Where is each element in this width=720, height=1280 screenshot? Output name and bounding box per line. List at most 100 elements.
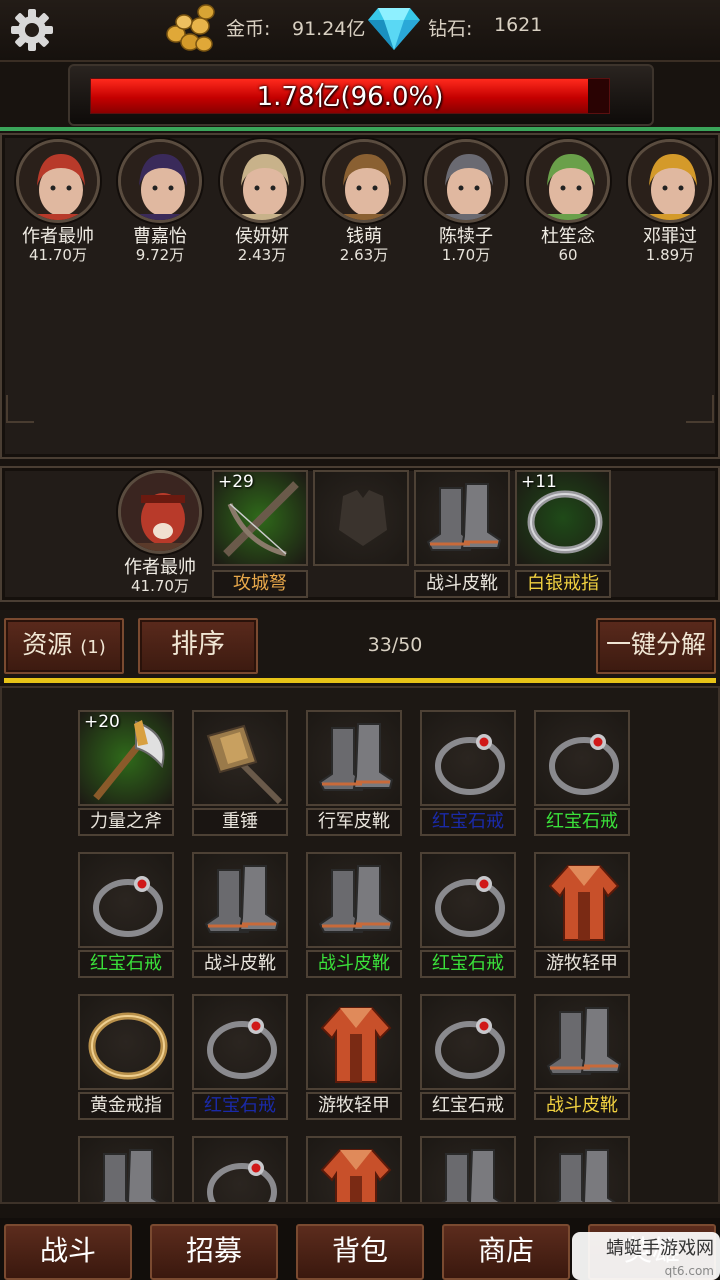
inventory-item[interactable]: [78, 1136, 174, 1202]
item-name: 红宝石戒: [420, 808, 516, 836]
item-name: 重锤: [192, 808, 288, 836]
watermark-title: 蜻蜓手游戏网: [606, 1238, 714, 1259]
sort-button[interactable]: 排序: [138, 618, 258, 674]
item-slot: [534, 994, 630, 1090]
hero-card[interactable]: 邓罪过 1.89万: [622, 139, 718, 263]
avatar: [526, 139, 610, 223]
boots-icon: [538, 998, 628, 1088]
inventory-item[interactable]: 黄金戒指: [78, 994, 174, 1120]
avatar: [628, 139, 712, 223]
inventory-item[interactable]: [420, 1136, 516, 1202]
robe-icon: [538, 856, 628, 946]
ruby-ring-icon: [538, 714, 628, 804]
avatar: [322, 139, 406, 223]
item-name: 战斗皮靴: [534, 1092, 630, 1120]
hero-name: 作者最帅: [22, 226, 94, 247]
ruby-ring-icon: [196, 1140, 286, 1202]
item-slot: +20: [78, 710, 174, 806]
item-name: 力量之斧: [78, 808, 174, 836]
hero-card[interactable]: 曹嘉怡 9.72万: [112, 139, 208, 263]
hero-card[interactable]: 侯妍妍 2.43万: [214, 139, 310, 263]
hero-card[interactable]: 作者最帅 41.70万: [10, 139, 106, 263]
equip-slot[interactable]: +11: [515, 470, 611, 566]
item-slot: [420, 1136, 516, 1202]
equipped-hero[interactable]: 作者最帅 41.70万: [112, 470, 208, 594]
avatar: [118, 139, 202, 223]
inventory-item[interactable]: 红宝石戒: [534, 710, 630, 836]
inventory-item[interactable]: 战斗皮靴: [306, 852, 402, 978]
hero-card[interactable]: 钱萌 2.63万: [316, 139, 412, 263]
hero-name: 邓罪过: [643, 226, 697, 247]
robe-icon: [310, 998, 400, 1088]
hero-power: 60: [558, 246, 578, 264]
inventory-item[interactable]: 红宝石戒: [192, 994, 288, 1120]
item-slot: [420, 710, 516, 806]
hero-power: 41.70万: [29, 246, 87, 264]
item-slot: [78, 1136, 174, 1202]
gold-label: 金币:: [226, 18, 271, 40]
inventory-item[interactable]: 红宝石戒: [420, 994, 516, 1120]
inventory-item[interactable]: 红宝石戒: [420, 852, 516, 978]
inventory-item[interactable]: 重锤: [192, 710, 288, 836]
resource-count: (1): [80, 637, 106, 658]
item-name: 红宝石戒: [420, 950, 516, 978]
hero-portrait-icon: [121, 473, 199, 551]
ruby-ring-icon: [196, 998, 286, 1088]
inventory-item[interactable]: 行军皮靴: [306, 710, 402, 836]
item-slot: [306, 994, 402, 1090]
hero-name: 杜笙念: [541, 226, 595, 247]
boss-hp-frame: 1.78亿(96.0%): [68, 64, 654, 126]
item-name: 红宝石戒: [420, 1092, 516, 1120]
nav-shop[interactable]: 商店: [442, 1224, 570, 1280]
watermark-url: qt6.com: [664, 1264, 714, 1278]
avatar: [118, 470, 202, 554]
gear-icon[interactable]: [8, 6, 56, 54]
inventory-item[interactable]: 游牧轻甲: [306, 994, 402, 1120]
armor-empty-icon: [317, 474, 407, 564]
equip-slot[interactable]: +29: [212, 470, 308, 566]
hero-card[interactable]: 杜笙念 60: [520, 139, 616, 263]
hero-card[interactable]: 陈犊子 1.70万: [418, 139, 514, 263]
item-slot: [192, 994, 288, 1090]
capacity-text: 33/50: [367, 634, 423, 656]
boots-icon: [418, 474, 508, 564]
nav-battle[interactable]: 战斗: [4, 1224, 132, 1280]
nav-backpack[interactable]: 背包: [296, 1224, 424, 1280]
equip-slot[interactable]: [414, 470, 510, 566]
nav-recruit[interactable]: 招募: [150, 1224, 278, 1280]
equip-slot-label: 攻城弩: [212, 570, 308, 598]
inventory-item[interactable]: 战斗皮靴: [192, 852, 288, 978]
divider-line: [0, 127, 720, 131]
avatar: [424, 139, 508, 223]
decompose-all-button[interactable]: 一键分解: [596, 618, 716, 674]
item-slot: [192, 710, 288, 806]
boots-icon: [196, 856, 286, 946]
inventory-item[interactable]: 游牧轻甲: [534, 852, 630, 978]
boots-icon: [538, 1140, 628, 1202]
equip-slot[interactable]: [313, 470, 409, 566]
boss-hp-bar: 1.78亿(96.0%): [90, 78, 610, 114]
boots-icon: [310, 856, 400, 946]
item-slot: [306, 710, 402, 806]
diamond-icon: [368, 8, 420, 50]
avatar: [16, 139, 100, 223]
inventory-item[interactable]: +20 力量之斧: [78, 710, 174, 836]
resource-button[interactable]: 资源 (1): [4, 618, 124, 674]
diamond-value: 1621: [494, 14, 543, 36]
item-name: 红宝石戒: [78, 950, 174, 978]
boss-hp-text: 1.78亿(96.0%): [256, 82, 444, 112]
inventory-item[interactable]: [192, 1136, 288, 1202]
item-name: 战斗皮靴: [306, 950, 402, 978]
inventory-item[interactable]: 红宝石戒: [78, 852, 174, 978]
item-slot: [192, 1136, 288, 1202]
inventory-item[interactable]: [306, 1136, 402, 1202]
inventory-item[interactable]: 红宝石戒: [420, 710, 516, 836]
inventory-item[interactable]: 战斗皮靴: [534, 994, 630, 1120]
hero-power: 2.43万: [237, 246, 287, 264]
item-slot: [420, 994, 516, 1090]
inventory-toolbar: 资源 (1) 排序 33/50 一键分解: [0, 610, 720, 682]
inventory-item[interactable]: [534, 1136, 630, 1202]
item-slot: [534, 852, 630, 948]
diamond-label: 钻石:: [428, 18, 473, 40]
equip-slot-label: 战斗皮靴: [414, 570, 510, 598]
